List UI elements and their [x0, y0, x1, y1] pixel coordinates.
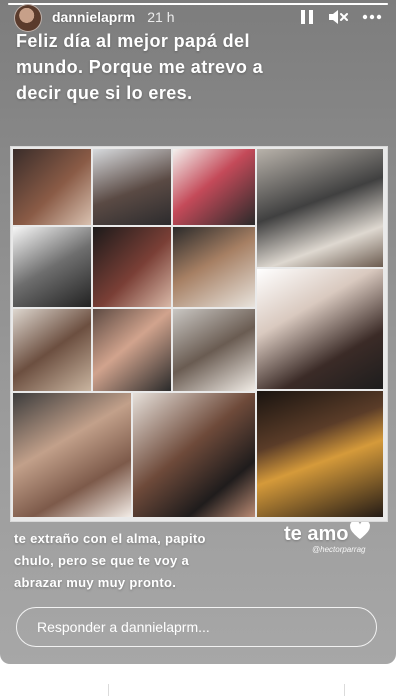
- collage-photo: [13, 149, 91, 225]
- story-progress-fill: [8, 3, 388, 5]
- collage-photo: [13, 227, 91, 307]
- bottom-divider: [108, 684, 109, 696]
- reply-placeholder: Responder a dannielaprm...: [37, 619, 210, 635]
- username[interactable]: dannielaprm: [52, 9, 135, 25]
- collage-photo: [257, 269, 383, 389]
- collage-photo: [13, 393, 131, 517]
- love-sticker: te amo: [284, 520, 371, 546]
- collage-photo: [173, 309, 255, 391]
- story-progress-bar: [8, 3, 388, 5]
- user-mention[interactable]: @hectorparrag: [312, 545, 365, 554]
- more-icon[interactable]: [362, 14, 382, 20]
- love-text: te amo: [284, 522, 349, 545]
- photo-collage: [10, 146, 388, 522]
- story-note: te extraño con el alma, papito chulo, pe…: [14, 531, 206, 590]
- reply-input[interactable]: Responder a dannielaprm...: [16, 607, 377, 647]
- pause-icon[interactable]: [300, 9, 314, 25]
- collage-photo: [257, 391, 383, 517]
- time-ago: 21 h: [147, 9, 175, 25]
- collage-photo: [93, 227, 171, 307]
- collage-photo: [173, 149, 255, 225]
- bottom-divider: [344, 684, 345, 696]
- story-viewer: dannielaprm 21 h Feliz día al mejor papá…: [0, 0, 396, 664]
- heart-icon: [350, 520, 371, 546]
- collage-photo: [93, 309, 171, 391]
- story-caption: Feliz día al mejor papá del mundo. Porqu…: [16, 31, 264, 103]
- collage-photo: [173, 227, 255, 307]
- collage-photo: [93, 149, 171, 225]
- collage-photo: [133, 393, 255, 517]
- collage-photo: [257, 149, 383, 267]
- mute-icon[interactable]: [328, 9, 348, 25]
- collage-photo: [13, 309, 91, 391]
- story-controls: [300, 9, 382, 25]
- story-header: dannielaprm 21 h: [14, 4, 382, 32]
